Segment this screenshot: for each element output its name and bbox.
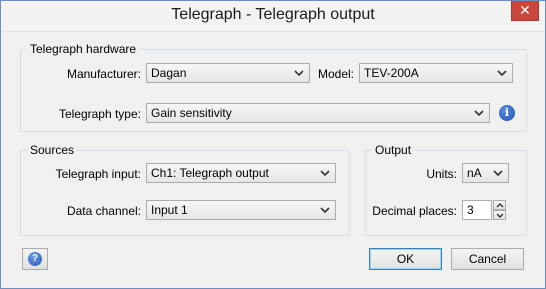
title-bar[interactable]: Telegraph - Telegraph output ✕ (1, 1, 545, 32)
telegraph-type-label: Telegraph type: (58, 107, 141, 121)
manufacturer-label: Manufacturer: (66, 67, 141, 81)
ok-button[interactable]: OK (369, 248, 442, 270)
data-channel-label: Data channel: (66, 204, 141, 218)
chevron-down-icon (497, 70, 507, 77)
telegraph-hardware-label: Telegraph hardware (27, 42, 140, 56)
info-icon[interactable]: i (499, 105, 515, 121)
dialog-window: Telegraph - Telegraph output ✕ Telegraph… (0, 0, 546, 289)
output-label: Output (372, 143, 415, 157)
telegraph-type-value: Gain sensitivity (151, 106, 232, 120)
cancel-button[interactable]: Cancel (451, 248, 524, 270)
chevron-down-icon (474, 110, 484, 117)
sources-label: Sources (27, 143, 78, 157)
decimal-places-input[interactable]: 3 (462, 200, 492, 220)
decimal-places-up-button[interactable] (493, 200, 506, 210)
data-channel-value: Input 1 (151, 203, 188, 217)
telegraph-type-dropdown[interactable]: Gain sensitivity (146, 103, 490, 123)
chevron-down-icon (320, 170, 330, 177)
units-value: nA (467, 166, 482, 180)
decimal-places-down-button[interactable] (493, 210, 506, 220)
help-icon: ? (28, 252, 42, 266)
close-button[interactable]: ✕ (511, 1, 539, 21)
help-button[interactable]: ? (22, 248, 48, 270)
model-label: Model: (317, 67, 354, 81)
chevron-down-icon (496, 213, 504, 218)
chevron-down-icon (294, 70, 304, 77)
decimal-places-label: Decimal places: (372, 204, 457, 218)
chevron-up-icon (496, 203, 504, 208)
window-title: Telegraph - Telegraph output (171, 6, 375, 23)
data-channel-dropdown[interactable]: Input 1 (146, 200, 336, 220)
units-dropdown[interactable]: nA (462, 163, 509, 183)
manufacturer-dropdown[interactable]: Dagan (146, 63, 310, 83)
telegraph-input-label: Telegraph input: (55, 167, 141, 181)
units-label: Units: (426, 167, 457, 181)
model-value: TEV-200A (364, 66, 419, 80)
close-icon: ✕ (519, 2, 531, 18)
chevron-down-icon (320, 207, 330, 214)
telegraph-input-dropdown[interactable]: Ch1: Telegraph output (146, 163, 336, 183)
manufacturer-value: Dagan (151, 66, 187, 80)
telegraph-input-value: Ch1: Telegraph output (151, 166, 269, 180)
model-dropdown[interactable]: TEV-200A (359, 63, 513, 83)
decimal-places-value: 3 (467, 203, 474, 217)
chevron-down-icon (493, 170, 503, 177)
